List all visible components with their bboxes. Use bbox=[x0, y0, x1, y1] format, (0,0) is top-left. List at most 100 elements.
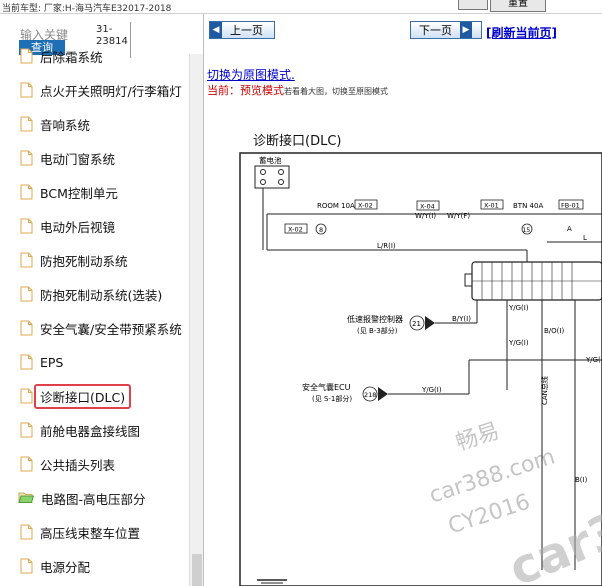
arrow-right-icon: ▶ bbox=[460, 22, 472, 38]
battery-icon bbox=[254, 165, 290, 189]
document-icon bbox=[20, 218, 33, 234]
document-icon bbox=[20, 82, 33, 98]
top-reset-button[interactable]: 重置 bbox=[490, 0, 546, 12]
battery-label: 蓄电池 bbox=[259, 155, 282, 165]
wire-a-label: A bbox=[567, 225, 572, 233]
tree-item[interactable]: BCM控制单元 bbox=[20, 178, 190, 206]
tree-item-label: 高压线束整车位置 bbox=[40, 525, 141, 541]
x02-connector-label: X-02 bbox=[358, 202, 373, 210]
document-icon bbox=[20, 558, 33, 574]
node-218-label: 218 bbox=[364, 391, 376, 399]
wiring-diagram: 蓄电池 ROOM 10A X-02 W/Y(I) X-04 W/Y(F) X-0… bbox=[239, 152, 602, 586]
tree-item[interactable]: 公共插头列表 bbox=[20, 450, 190, 478]
wire-yg-2: Y/G(I) bbox=[508, 339, 529, 347]
mode-prefix: 当前： bbox=[207, 84, 240, 97]
tree-item-label: 点火开关照明灯/行李箱灯 bbox=[40, 83, 182, 99]
code-line-1: 31- bbox=[96, 24, 113, 35]
tree-item-label: 电路图-高电压部分 bbox=[41, 491, 146, 507]
top-strip: 当前车型: 厂家:H-海马汽车E32017-2018 重置 bbox=[0, 0, 602, 14]
tree-item-label: 后除霜系统 bbox=[40, 49, 103, 65]
wire-bo-label: B/O(I) bbox=[544, 327, 564, 335]
document-icon bbox=[20, 286, 33, 302]
tree-item[interactable]: 安全气囊/安全带预紧系统 bbox=[20, 314, 190, 342]
document-icon bbox=[20, 184, 33, 200]
room-fuse-label: ROOM 10A bbox=[317, 202, 355, 210]
tree-item-label: 电动门窗系统 bbox=[40, 151, 116, 167]
switch-mode-link[interactable]: 切换为原图模式. bbox=[207, 66, 295, 83]
tree-item-label: 电源分配 bbox=[40, 559, 91, 575]
folder-open-icon bbox=[18, 490, 34, 506]
tree-item-label: EPS bbox=[40, 354, 64, 370]
ctrl2-label: 安全气囊ECU bbox=[302, 382, 351, 392]
tree-item[interactable]: 电源分配 bbox=[20, 552, 190, 580]
document-icon bbox=[20, 320, 33, 336]
node-8-label: 8 bbox=[319, 226, 323, 234]
arrow-left-icon: ◀ bbox=[210, 22, 222, 38]
tree-item-label: BCM控制单元 bbox=[40, 185, 118, 201]
tree-scrollbar[interactable] bbox=[189, 54, 203, 586]
fb01-connector-label: FB-01 bbox=[561, 202, 580, 210]
wire-yg-1: Y/G(I) bbox=[508, 304, 529, 312]
wire-wy-1: W/Y(I) bbox=[415, 212, 436, 220]
x01-connector-label: X-01 bbox=[484, 202, 499, 210]
tree-item[interactable]: 电动外后视镜 bbox=[20, 212, 190, 240]
document-icon bbox=[20, 388, 33, 404]
document-icon bbox=[20, 524, 33, 540]
wire-lr-label: L/R(I) bbox=[377, 242, 396, 250]
top-partial-button[interactable] bbox=[458, 0, 488, 10]
tree-item[interactable]: 点火开关照明灯/行李箱灯 bbox=[20, 76, 190, 104]
tree-item[interactable]: 防抱死制动系统(选装) bbox=[20, 280, 190, 308]
node-21-label: 21 bbox=[412, 320, 421, 328]
tree-item-label: 安全气囊/安全带预紧系统 bbox=[40, 321, 182, 337]
document-icon bbox=[20, 116, 33, 132]
tree-item[interactable]: 前舱电器盒接线图 bbox=[20, 416, 190, 444]
wire-wy-2: W/Y(F) bbox=[447, 212, 470, 220]
wire-yg-3: Y/G(I) bbox=[421, 386, 442, 394]
prev-page-label: 上一页 bbox=[230, 24, 263, 37]
tree-item[interactable]: 音响系统 bbox=[20, 110, 190, 138]
document-icon bbox=[20, 422, 33, 438]
tree-item-label: 音响系统 bbox=[40, 117, 91, 133]
wire-l-label: L bbox=[583, 234, 587, 242]
tree-item-label: 前舱电器盒接线图 bbox=[40, 423, 141, 439]
nav-bar: ◀ 上一页 下一页 ▶ [刷新当前页] bbox=[205, 14, 602, 46]
ctrl2-sub-label: (见 S-1部分) bbox=[312, 394, 352, 403]
left-panel: 输入关键 查询 31- 23814 后除霜系统 点火开关照明灯/行李箱灯 音响系统电… bbox=[0, 14, 204, 586]
tree-item[interactable]: 后除霜系统 bbox=[20, 42, 190, 70]
tree-item-label: 防抱死制动系统(选装) bbox=[40, 287, 163, 303]
node-15-label: 15 bbox=[523, 227, 531, 234]
next-page-label: 下一页 bbox=[419, 24, 452, 37]
tree-item-label: 诊断接口(DLC) bbox=[34, 383, 132, 409]
diagram-title: 诊断接口(DLC) bbox=[253, 134, 342, 149]
x04-connector-label: X-04 bbox=[420, 203, 435, 211]
document-icon bbox=[20, 48, 33, 64]
btn-fuse-label: BTN 40A bbox=[513, 202, 543, 210]
ctrl1-label: 低速报警控制器 bbox=[347, 314, 403, 324]
document-icon bbox=[20, 252, 33, 268]
mode-hint: 若看着大图，切换至原图模式 bbox=[284, 87, 388, 96]
tree-item[interactable]: 电动门窗系统 bbox=[20, 144, 190, 172]
wire-b-label: B(I) bbox=[575, 476, 588, 484]
document-icon bbox=[20, 456, 33, 472]
wire-by-label: B/Y(I) bbox=[452, 315, 471, 323]
document-icon bbox=[20, 150, 33, 166]
tree-item[interactable]: 高压线束整车位置 bbox=[20, 518, 190, 546]
next-page-button[interactable]: 下一页 ▶ bbox=[410, 21, 482, 39]
canbus-label: CAN总线 bbox=[540, 376, 549, 405]
tree-item-label: 公共插头列表 bbox=[40, 457, 116, 473]
content-panel: ◀ 上一页 下一页 ▶ [刷新当前页] 切换为原图模式. 当前：预览模式若看着大… bbox=[205, 14, 602, 586]
tree-item[interactable]: 防抱死制动系统 bbox=[20, 246, 190, 274]
tree-item[interactable]: 诊断接口(DLC) bbox=[20, 382, 190, 410]
tree-item[interactable]: EPS bbox=[20, 348, 190, 376]
refresh-link[interactable]: [刷新当前页] bbox=[486, 24, 557, 41]
x02b-connector-label: X-02 bbox=[288, 226, 303, 234]
car-model-label: 当前车型: 厂家:H-海马汽车E32017-2018 bbox=[2, 4, 172, 14]
prev-page-button[interactable]: ◀ 上一页 bbox=[209, 21, 275, 39]
tree-folder[interactable]: 电路图-高电压部分 bbox=[18, 484, 188, 512]
document-icon bbox=[20, 354, 33, 370]
tree-item-label: 电动外后视镜 bbox=[40, 219, 116, 235]
scrollbar-thumb[interactable] bbox=[192, 554, 202, 586]
mode-status: 当前：预览模式若看着大图，切换至原图模式 bbox=[207, 82, 388, 98]
tree-item-label: 防抱死制动系统 bbox=[40, 253, 128, 269]
mode-current: 预览模式 bbox=[240, 84, 284, 97]
